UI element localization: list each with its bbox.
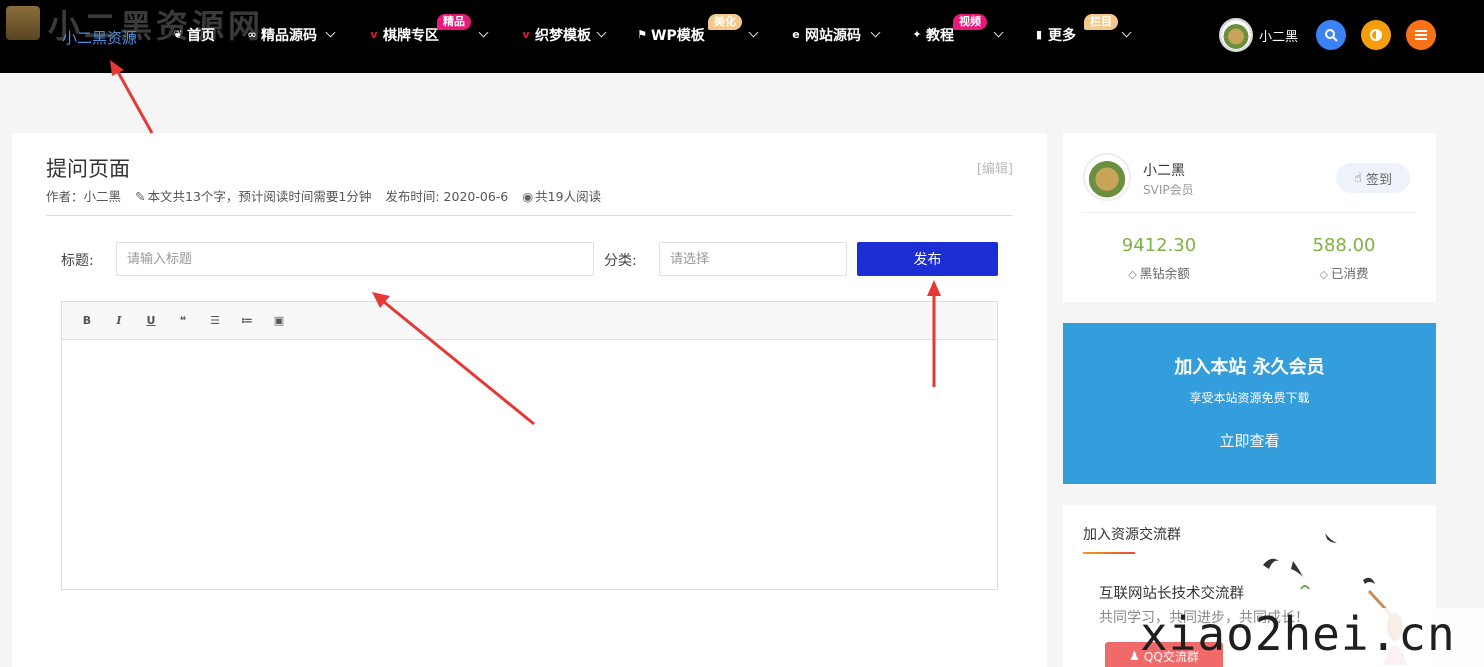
site-name: 小二黑资源: [62, 29, 138, 47]
editor-toolbar: B I U ❝ ☰ ≔ ▣: [62, 302, 997, 340]
chevron-down-icon[interactable]: [478, 27, 489, 38]
badge-meihua: 美化: [708, 14, 742, 30]
nav-item-home[interactable]: ❦ 首页: [172, 25, 215, 45]
list-icon: [1415, 30, 1427, 40]
word-count: 本文共13个字，预计阅读时间需要1分钟: [147, 189, 372, 204]
badge-jingpin: 精品: [437, 14, 471, 30]
bold-icon[interactable]: B: [78, 312, 96, 330]
balance-value: 9412.30: [1121, 235, 1197, 256]
divider: [1083, 212, 1416, 213]
vip-banner: 加入本站 永久会员 享受本站资源免费下载 立即查看: [1063, 323, 1436, 484]
main-card: 提问页面 [编辑] 作者：小二黑 ✎ 本文共13个字，预计阅读时间需要1分钟 发布…: [12, 133, 1047, 667]
italic-icon[interactable]: I: [110, 312, 128, 330]
spent-label: ◇ 已消费: [1319, 266, 1369, 281]
badge-video: 视频: [953, 14, 987, 30]
nav-item-source[interactable]: ∞ 精品源码: [246, 25, 317, 45]
underline-icon[interactable]: U: [142, 312, 160, 330]
vip-view-button[interactable]: 立即查看: [1063, 430, 1436, 451]
divider: [46, 215, 1013, 216]
v-icon: v: [522, 28, 530, 41]
category-label: 分类:: [604, 253, 637, 269]
edit-link[interactable]: [编辑]: [977, 158, 1013, 177]
v-icon: v: [370, 28, 378, 41]
user-level: SVIP会员: [1143, 183, 1194, 197]
quote-icon[interactable]: ❝: [174, 312, 192, 330]
editor-content-area[interactable]: [62, 340, 997, 589]
nav-item-site-source[interactable]: e 网站源码: [790, 25, 861, 45]
spent-value: 588.00: [1312, 235, 1376, 256]
numbered-list-icon[interactable]: ≔: [238, 312, 256, 330]
edit-icon: ✎: [135, 189, 146, 204]
logo-icon: [6, 6, 40, 40]
search-icon: [1325, 29, 1338, 42]
theme-toggle-button[interactable]: [1361, 20, 1391, 50]
chevron-down-icon[interactable]: [993, 27, 1004, 38]
eye-icon: ◉: [522, 189, 534, 204]
article-meta: 作者：小二黑 ✎ 本文共13个字，预计阅读时间需要1分钟 发布时间: 2020-0…: [46, 186, 601, 205]
ie-icon: e: [792, 28, 800, 41]
category-select[interactable]: [659, 242, 847, 276]
chevron-down-icon[interactable]: [748, 27, 759, 38]
user-card: 小二黑 SVIP会员 ☝ 签到 9412.30 ◇ 黑钻余额 588.00 ◇ 已消…: [1063, 133, 1436, 302]
publish-button[interactable]: 发布: [857, 242, 998, 276]
diamond-icon: ◇: [1128, 268, 1137, 281]
publish-time: 发布时间: 2020-06-6: [385, 189, 509, 204]
vip-subtitle: 享受本站资源免费下载: [1189, 391, 1310, 405]
avatar[interactable]: [1219, 18, 1253, 52]
wp-icon: ⚑: [637, 28, 647, 41]
image-icon[interactable]: ▣: [270, 312, 288, 330]
star-icon: ✦: [912, 28, 922, 41]
diamond-icon: ◇: [1319, 268, 1328, 281]
chevron-down-icon[interactable]: [596, 27, 607, 38]
nav-item-chess[interactable]: v 棋牌专区: [368, 25, 439, 45]
username[interactable]: 小二黑: [1259, 26, 1298, 45]
group-title: 加入资源交流群: [1083, 527, 1181, 543]
chevron-down-icon[interactable]: [325, 27, 336, 38]
bookmark-icon: ▮: [1035, 28, 1043, 41]
chevron-down-icon[interactable]: [1121, 27, 1132, 38]
bullet-list-icon[interactable]: ☰: [206, 312, 224, 330]
title-underline: [1083, 552, 1135, 554]
title-input[interactable]: [116, 242, 594, 276]
user-name: 小二黑: [1143, 163, 1185, 179]
author: 作者：小二黑: [46, 189, 122, 204]
code-icon: ∞: [247, 28, 257, 41]
vip-title: 加入本站 永久会员: [1174, 357, 1325, 378]
home-icon: ❦: [173, 28, 183, 41]
nav-item-dedecms[interactable]: v 织梦模板: [520, 25, 591, 45]
page-title: 提问页面: [46, 157, 130, 181]
balance-label: ◇ 黑钻余额: [1128, 266, 1190, 281]
group-description: 互联网站长技术交流群: [1099, 586, 1244, 602]
nav-item-wp[interactable]: ⚑ WP模板: [636, 25, 705, 45]
rich-text-editor: B I U ❝ ☰ ≔ ▣: [61, 301, 998, 590]
site-watermark: xiao2hei.cn: [1140, 607, 1456, 661]
signin-button[interactable]: ☝ 签到: [1336, 163, 1410, 193]
hand-icon: ☝: [1354, 170, 1362, 186]
nav-item-more[interactable]: ▮ 更多: [1033, 25, 1076, 45]
avatar[interactable]: [1083, 153, 1131, 201]
view-count: 共19人阅读: [535, 189, 602, 204]
qq-icon: ♟: [1129, 649, 1140, 663]
title-label: 标题:: [61, 253, 94, 269]
top-navbar: 小二黑资源网 小二黑资源 ❦ 首页 ∞ 精品源码 v 棋牌专区 精品 v 织梦模…: [0, 0, 1484, 73]
menu-button[interactable]: [1406, 20, 1436, 50]
search-button[interactable]: [1316, 20, 1346, 50]
chevron-down-icon[interactable]: [870, 27, 881, 38]
badge-lanmu: 栏目: [1084, 14, 1118, 30]
nav-item-tutorial[interactable]: ✦ 教程: [911, 25, 954, 45]
theme-icon: [1370, 29, 1382, 41]
